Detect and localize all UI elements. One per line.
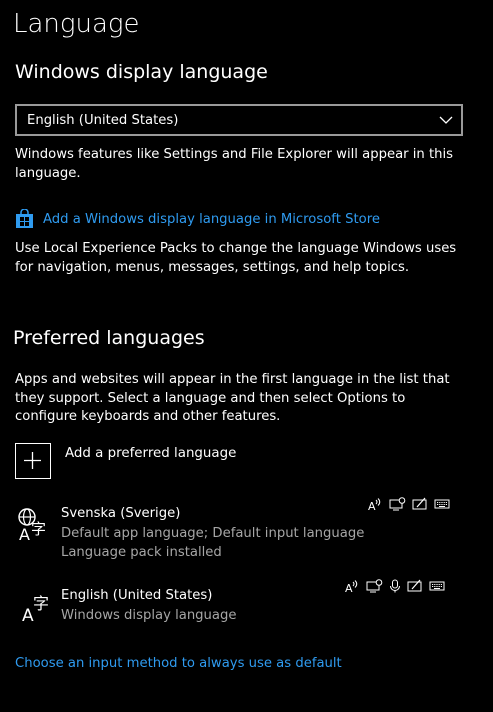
preferred-languages-description: Apps and websites will appear in the fir… bbox=[15, 372, 450, 424]
language-features: A bbox=[367, 497, 450, 511]
handwriting-icon bbox=[407, 579, 422, 592]
keyboard-icon bbox=[434, 499, 450, 509]
svg-text:字: 字 bbox=[31, 520, 46, 538]
choose-input-method-link[interactable]: Choose an input method to always use as … bbox=[15, 655, 342, 673]
display-language-heading: Windows display language bbox=[15, 61, 268, 83]
chevron-down-icon bbox=[439, 116, 453, 124]
preferred-languages-heading: Preferred languages bbox=[13, 327, 205, 349]
plus-icon bbox=[24, 452, 41, 469]
text-to-speech-icon: A bbox=[345, 580, 358, 593]
text-to-speech-icon: A bbox=[368, 498, 381, 511]
svg-text:A: A bbox=[368, 500, 376, 511]
language-item-english[interactable]: A 字 English (United States) Windows disp… bbox=[12, 579, 482, 627]
display-language-icon bbox=[389, 497, 406, 511]
keyboard-icon bbox=[429, 581, 445, 591]
language-settings-icon: A 字 bbox=[18, 508, 46, 543]
language-status-line1: Default app language; Default input lang… bbox=[61, 526, 365, 541]
language-status-line2: Language pack installed bbox=[61, 545, 222, 560]
microsoft-store-icon bbox=[16, 209, 33, 228]
dropdown-selected-value: English (United States) bbox=[27, 113, 179, 128]
svg-text:A: A bbox=[345, 582, 353, 593]
language-name: Svenska (Sverige) bbox=[61, 506, 181, 521]
language-item-svenska[interactable]: A 字 Svenska (Sverige) Default app langua… bbox=[12, 497, 482, 565]
language-icon: A 字 bbox=[22, 594, 49, 626]
page-title: Language bbox=[13, 9, 140, 39]
language-features: A bbox=[344, 579, 445, 593]
display-language-icon bbox=[366, 579, 383, 593]
svg-text:字: 字 bbox=[33, 594, 49, 613]
add-language-button[interactable] bbox=[15, 443, 51, 479]
display-language-description: Windows features like Settings and File … bbox=[15, 147, 454, 181]
add-display-language-store-link[interactable]: Add a Windows display language in Micros… bbox=[43, 211, 380, 229]
local-experience-packs-description: Use Local Experience Packs to change the… bbox=[15, 241, 457, 275]
add-preferred-language-label[interactable]: Add a preferred language bbox=[65, 445, 236, 463]
language-status-line1: Windows display language bbox=[61, 608, 237, 623]
display-language-dropdown[interactable]: English (United States) bbox=[15, 104, 463, 136]
microphone-icon bbox=[390, 579, 400, 593]
svg-text:A: A bbox=[19, 525, 30, 543]
handwriting-icon bbox=[412, 497, 427, 510]
language-name: English (United States) bbox=[61, 588, 213, 603]
